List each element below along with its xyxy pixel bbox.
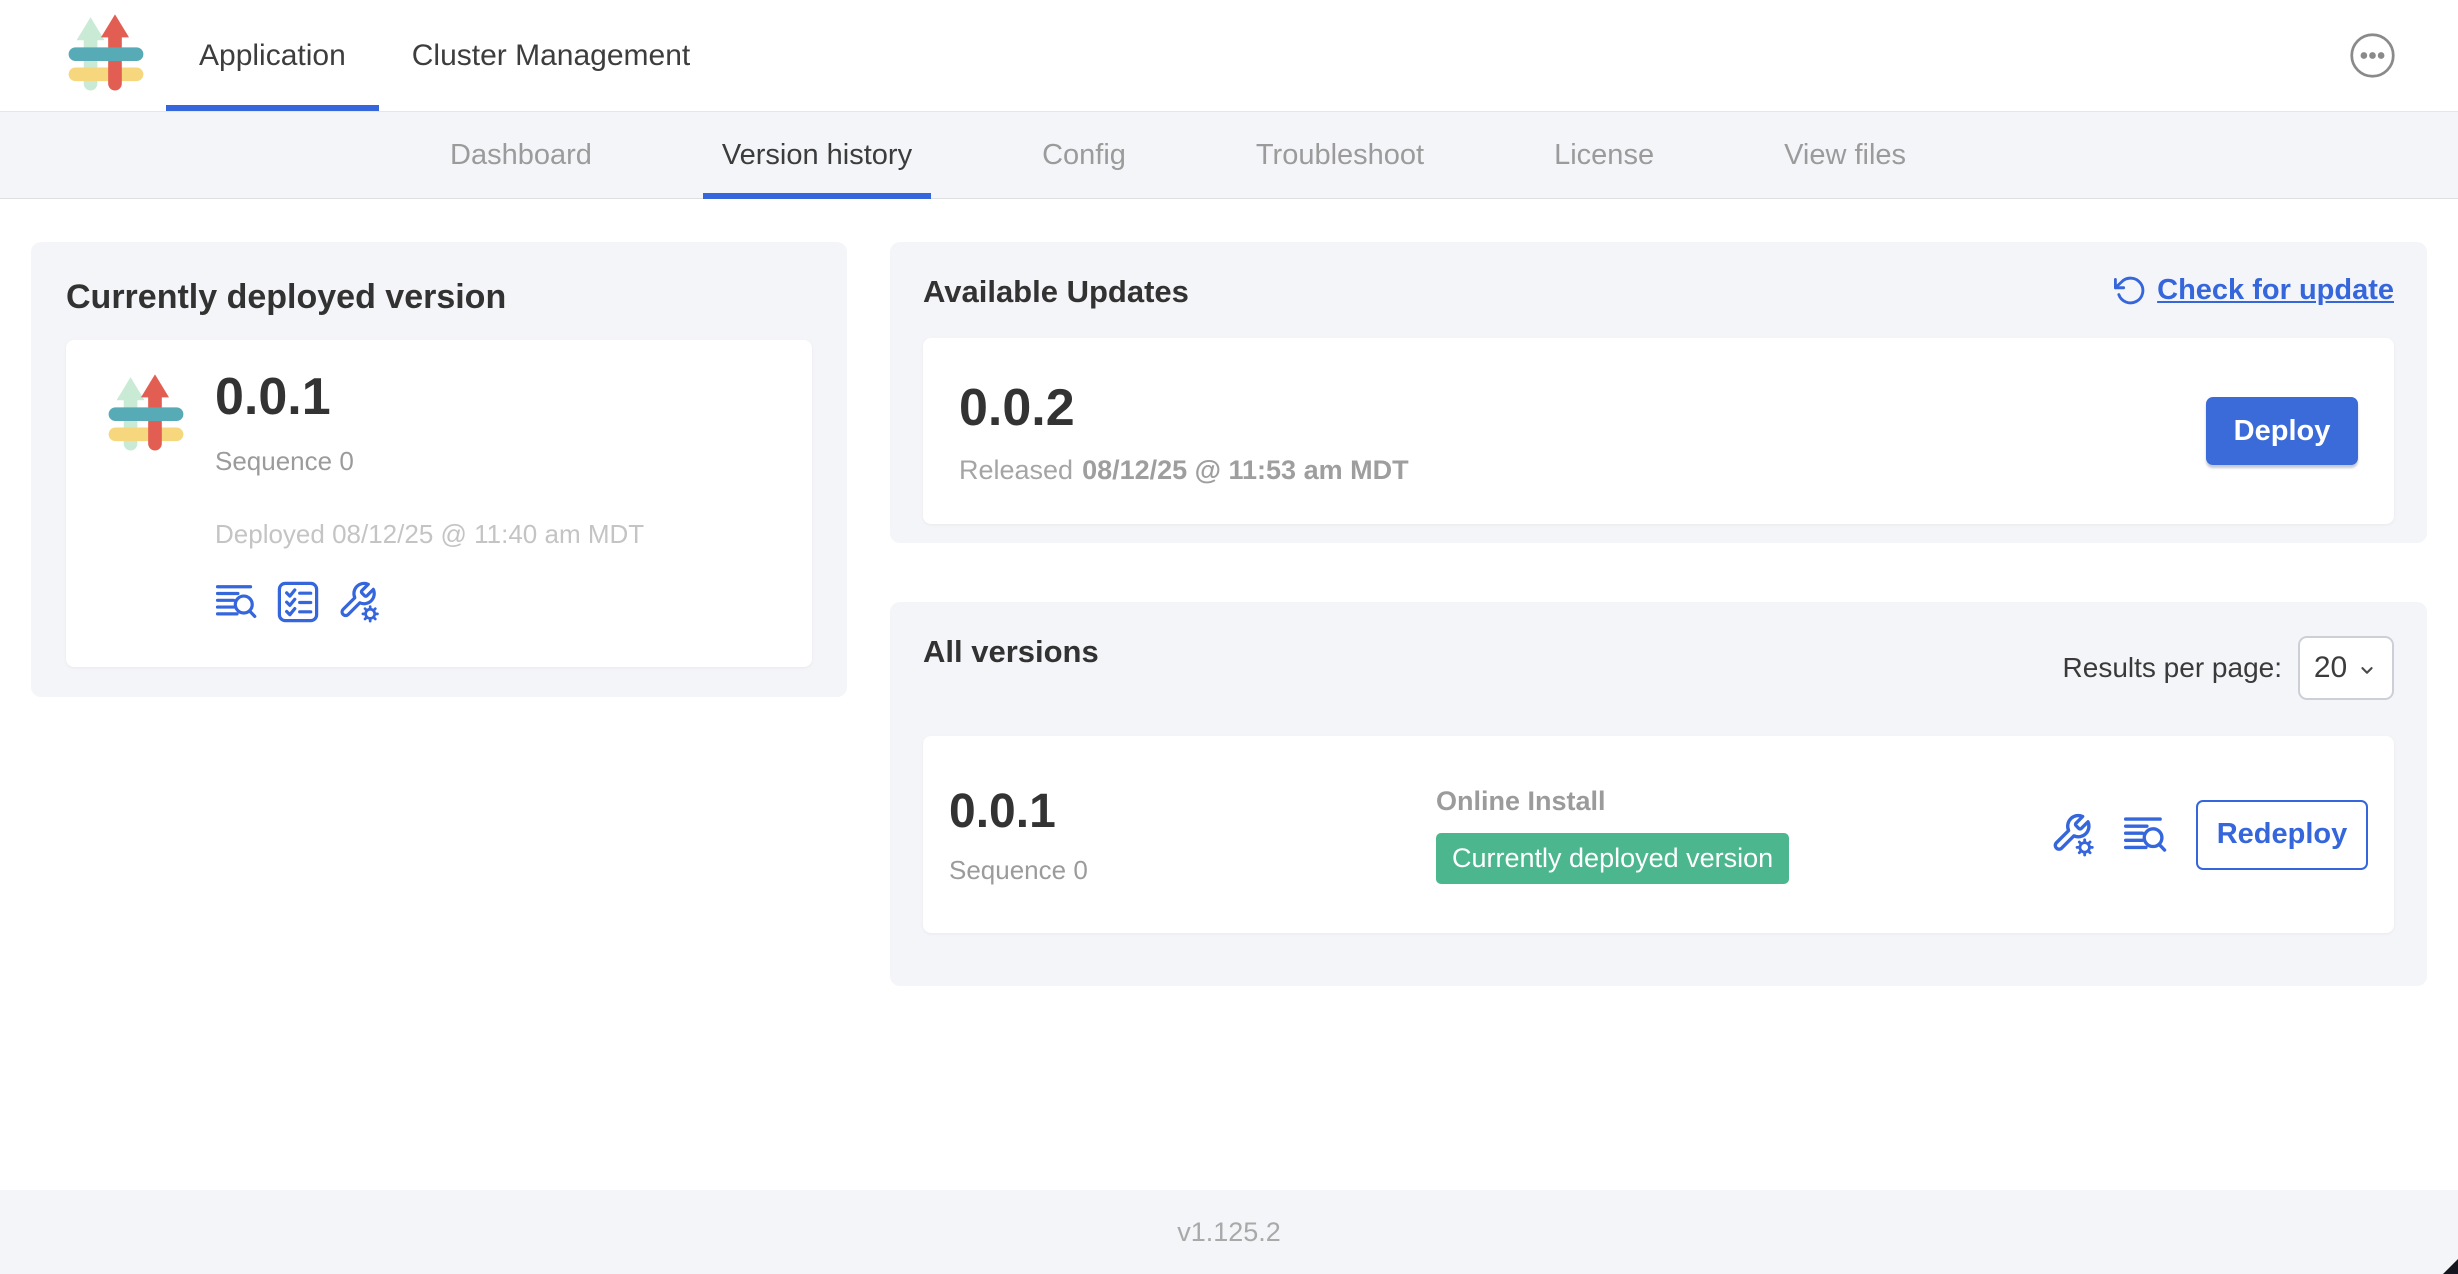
overflow-menu-button[interactable] [2349, 32, 2396, 79]
deploy-button[interactable]: Deploy [2206, 397, 2358, 465]
tab-config-label: Config [1042, 139, 1126, 172]
view-logs-icon[interactable] [2123, 812, 2169, 858]
available-updates-title: Available Updates [923, 274, 1189, 310]
app-logo-icon [100, 367, 192, 465]
console-version-label: v1.125.2 [1177, 1217, 1281, 1248]
tab-config[interactable]: Config [1023, 112, 1145, 198]
tab-troubleshoot[interactable]: Troubleshoot [1237, 112, 1443, 198]
tab-view-files[interactable]: View files [1765, 112, 1925, 198]
check-for-update-label: Check for update [2157, 274, 2394, 307]
preflight-checklist-icon[interactable] [276, 580, 320, 624]
tab-version-history[interactable]: Version history [703, 112, 931, 198]
deployed-version-panel: 0.0.1 Sequence 0 Deployed 08/12/25 @ 11:… [66, 340, 812, 667]
tab-cluster-management[interactable]: Cluster Management [379, 0, 723, 111]
install-type-label: Online Install [1436, 786, 1789, 817]
currently-deployed-card: Currently deployed version 0.0.1 Sequenc… [31, 242, 847, 697]
released-prefix: Released [959, 455, 1073, 485]
tab-troubleshoot-label: Troubleshoot [1256, 139, 1424, 172]
main-content: Currently deployed version 0.0.1 Sequenc… [0, 199, 2458, 1190]
tab-application[interactable]: Application [166, 0, 379, 111]
version-row: 0.0.1 Sequence 0 Online Install Currentl… [923, 736, 2394, 933]
results-per-page-value: 20 [2314, 651, 2347, 685]
refresh-icon [2114, 274, 2147, 307]
results-per-page-label: Results per page: [2063, 652, 2282, 684]
deployed-version-number: 0.0.1 [215, 365, 644, 430]
currently-deployed-badge: Currently deployed version [1436, 833, 1789, 884]
update-version-number: 0.0.2 [959, 376, 1409, 441]
tab-dashboard-label: Dashboard [450, 139, 592, 172]
deployed-date-label: Deployed 08/12/25 @ 11:40 am MDT [215, 519, 644, 550]
update-released-label: Released 08/12/25 @ 11:53 am MDT [959, 455, 1409, 486]
app-logo-icon [60, 9, 152, 103]
tab-license[interactable]: License [1535, 112, 1673, 198]
tab-dashboard[interactable]: Dashboard [431, 112, 611, 198]
tab-version-history-label: Version history [722, 139, 912, 172]
app-sub-navbar: Dashboard Version history Config Trouble… [0, 112, 2458, 199]
tab-license-label: License [1554, 139, 1654, 172]
view-logs-icon[interactable] [215, 580, 259, 624]
tab-application-label: Application [199, 39, 346, 73]
top-nav-tabs: Application Cluster Management [166, 0, 723, 111]
tab-cluster-management-label: Cluster Management [412, 39, 690, 73]
all-versions-card: All versions Results per page: 20 0.0.1 … [890, 602, 2427, 986]
row-version-number: 0.0.1 [949, 784, 1436, 839]
update-row: 0.0.2 Released 08/12/25 @ 11:53 am MDT De… [923, 338, 2394, 524]
edit-config-wrench-icon[interactable] [337, 580, 381, 624]
footer: v1.125.2 [0, 1190, 2458, 1274]
top-navbar: Application Cluster Management [0, 0, 2458, 112]
deployed-sequence-label: Sequence 0 [215, 446, 644, 477]
redeploy-button[interactable]: Redeploy [2196, 800, 2368, 870]
available-updates-card: Available Updates Check for update 0.0.2… [890, 242, 2427, 543]
row-sequence-label: Sequence 0 [949, 855, 1436, 886]
tab-view-files-label: View files [1784, 139, 1906, 172]
screen-corner-artifact [2443, 1259, 2458, 1274]
released-date: 08/12/25 @ 11:53 am MDT [1082, 455, 1409, 485]
currently-deployed-title: Currently deployed version [66, 278, 812, 317]
chevron-down-icon [2356, 659, 2378, 681]
results-per-page-select[interactable]: 20 [2298, 636, 2394, 700]
edit-config-wrench-icon[interactable] [2050, 812, 2096, 858]
check-for-update-link[interactable]: Check for update [2114, 274, 2394, 307]
all-versions-title: All versions [923, 634, 1099, 670]
ellipsis-circle-icon [2349, 32, 2396, 79]
